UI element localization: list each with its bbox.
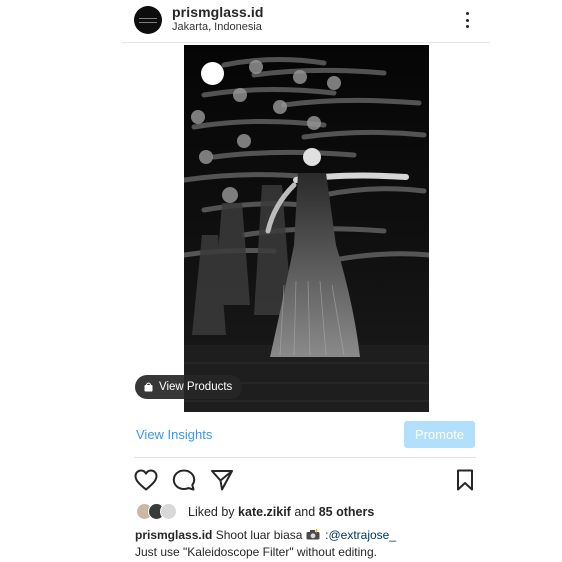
camera-with-flash-icon xyxy=(306,529,320,540)
view-products-label: View Products xyxy=(159,381,233,393)
avatar xyxy=(160,503,177,520)
dancer-photo-illustration xyxy=(184,45,429,412)
bookmark-icon[interactable] xyxy=(456,469,474,491)
likes-others[interactable]: 85 others xyxy=(319,505,375,519)
post-header: prismglass.id Jakarta, Indonesia xyxy=(0,0,562,42)
profile-avatar[interactable] xyxy=(134,6,162,34)
caption-username[interactable]: prismglass.id xyxy=(135,528,212,542)
liked-by-text: Liked by kate.zikif and 85 others xyxy=(188,505,375,519)
caption-line-2: Just use "Kaleidoscope Filter" without e… xyxy=(135,545,377,559)
caption: prismglass.id Shoot luar biasa :@extrajo… xyxy=(135,528,396,542)
instagram-post: prismglass.id Jakarta, Indonesia View Pr… xyxy=(0,0,562,562)
post-photo[interactable] xyxy=(184,45,429,412)
caption-text: Shoot luar biasa xyxy=(215,528,303,542)
more-vertical-icon[interactable] xyxy=(458,10,476,30)
comment-icon[interactable] xyxy=(172,469,196,491)
insights-divider xyxy=(134,457,476,458)
view-insights-link[interactable]: View Insights xyxy=(136,427,212,442)
send-icon[interactable] xyxy=(210,469,234,491)
post-username[interactable]: prismglass.id xyxy=(172,4,264,20)
liked-by-user[interactable]: kate.zikif xyxy=(238,505,291,519)
liked-by-avatars[interactable] xyxy=(136,503,182,520)
shopping-bag-icon xyxy=(144,382,153,392)
view-products-button[interactable]: View Products xyxy=(135,375,242,399)
product-tag-dot[interactable] xyxy=(201,62,224,85)
header-divider xyxy=(122,42,490,43)
post-location[interactable]: Jakarta, Indonesia xyxy=(172,21,262,33)
promote-button[interactable]: Promote xyxy=(404,421,475,448)
brand-logo-icon xyxy=(139,17,157,23)
heart-icon[interactable] xyxy=(134,469,158,491)
caption-mention[interactable]: :@extrajose_ xyxy=(325,528,396,542)
